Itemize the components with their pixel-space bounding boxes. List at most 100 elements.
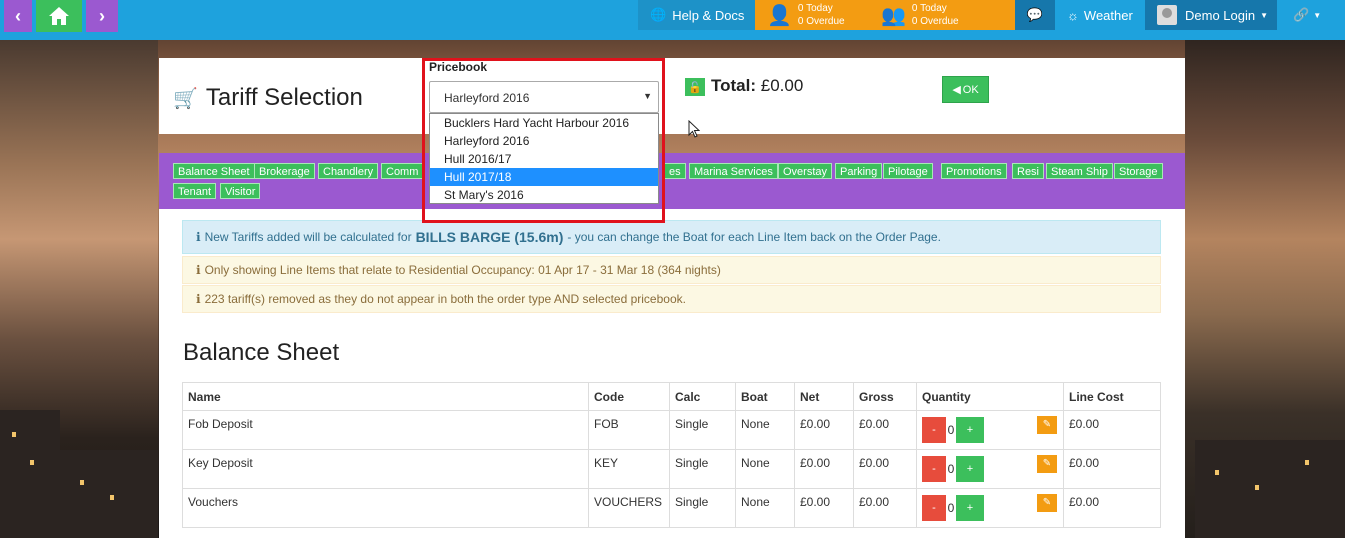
sun-icon: ☼ <box>1067 7 1079 23</box>
total-value: £0.00 <box>760 76 804 95</box>
cell-calc: Single <box>669 410 736 450</box>
user-name: Demo Login <box>1185 7 1256 23</box>
cell-calc: Single <box>669 488 736 528</box>
tag-steam-ship[interactable]: Steam Ship <box>1046 163 1113 179</box>
help-docs-button[interactable]: 🌐 Help & Docs <box>638 0 755 30</box>
cell-code: VOUCHERS <box>588 488 670 528</box>
table-row: Fob Deposit FOB Single None £0.00 £0.00 … <box>182 410 1161 450</box>
increment-button[interactable]: + <box>956 456 984 482</box>
back-button[interactable]: ‹ <box>4 0 32 32</box>
ok-button[interactable]: ◀ OK <box>942 76 989 103</box>
tag-chandlery[interactable]: Chandlery <box>318 163 379 179</box>
caret-down-icon: ▼ <box>1313 10 1322 20</box>
weather-label: Weather <box>1083 7 1133 23</box>
unlock-icon[interactable]: 🔓 <box>685 78 705 96</box>
table-row: Key Deposit KEY Single None £0.00 £0.00 … <box>182 449 1161 489</box>
tag-parking[interactable]: Parking <box>835 163 883 179</box>
highlight-box <box>422 58 665 223</box>
cell-boat: None <box>735 449 795 489</box>
top-nav-bar: ‹ › 🌐 Help & Docs 👤 0 Today 0 Overdue 👥 … <box>0 0 1345 40</box>
cell-gross: £0.00 <box>853 449 917 489</box>
link-icon: 🔗 <box>1293 7 1310 22</box>
info-icon: ℹ <box>196 230 201 244</box>
background-photo-right <box>1185 40 1345 538</box>
tag-services[interactable]: es <box>664 163 686 179</box>
decrement-button[interactable]: - <box>922 417 946 443</box>
cell-line-cost: £0.00 <box>1063 449 1161 489</box>
cell-code: FOB <box>588 410 670 450</box>
team-tasks-button[interactable]: 👥 0 Today 0 Overdue <box>881 0 959 30</box>
tasks-today-count: 0 Today <box>797 3 833 14</box>
total-label: Total: <box>711 76 757 95</box>
tag-storage[interactable]: Storage <box>1114 163 1163 179</box>
column-header-name: Name <box>182 382 589 411</box>
caret-down-icon: ▼ <box>1260 10 1269 20</box>
tag-visitor[interactable]: Visitor <box>220 183 261 199</box>
info-alert-text: New Tariffs added will be calculated for <box>204 230 412 244</box>
edit-icon[interactable]: ✎ <box>1037 416 1057 434</box>
edit-icon[interactable]: ✎ <box>1037 455 1057 473</box>
edit-icon[interactable]: ✎ <box>1037 494 1057 512</box>
quantity-value: 0 <box>947 423 955 437</box>
cell-line-cost: £0.00 <box>1063 488 1161 528</box>
avatar <box>1157 5 1177 25</box>
column-header-calc: Calc <box>669 382 736 411</box>
header-panel: 🛒 Tariff Selection Pricebook Harleyford … <box>159 58 1185 134</box>
chat-button[interactable]: 💬 <box>1015 0 1055 30</box>
cell-boat: None <box>735 488 795 528</box>
user-icon: 👤 <box>767 4 792 27</box>
decrement-button[interactable]: - <box>922 495 946 521</box>
cell-line-cost: £0.00 <box>1063 410 1161 450</box>
increment-button[interactable]: + <box>956 495 984 521</box>
boat-name: BILLS BARGE (15.6m) <box>415 229 564 245</box>
weather-button[interactable]: ☼ Weather <box>1055 0 1145 30</box>
order-total: Total: £0.00 <box>711 76 803 96</box>
chat-icon: 💬 <box>1026 7 1044 22</box>
cell-gross: £0.00 <box>853 410 917 450</box>
info-alert: ℹ New Tariffs added will be calculated f… <box>182 220 1161 254</box>
cell-net: £0.00 <box>794 488 854 528</box>
help-docs-label: Help & Docs <box>672 7 745 23</box>
ok-label: OK <box>962 83 979 96</box>
decrement-button[interactable]: - <box>922 456 946 482</box>
home-button[interactable] <box>36 0 82 32</box>
warning-alert-text: Only showing Line Items that relate to R… <box>204 263 721 277</box>
tasks-overdue-count: 0 Overdue <box>797 16 845 27</box>
cell-quantity: -0 + ✎ <box>916 449 1064 489</box>
tag-resi[interactable]: Resi <box>1012 163 1045 179</box>
chevron-left-icon: ‹ <box>15 5 21 26</box>
tag-marina-services[interactable]: Marina Services <box>689 163 778 179</box>
tag-tenant[interactable]: Tenant <box>173 183 217 199</box>
tag-promotions[interactable]: Promotions <box>941 163 1007 179</box>
tasks-area: 👤 0 Today 0 Overdue 👥 0 Today 0 Overdue <box>755 0 1015 30</box>
info-alert-text-2: - you can change the Boat for each Line … <box>567 230 941 244</box>
column-header-code: Code <box>588 382 670 411</box>
tag-balance-sheet[interactable]: Balance Sheet <box>173 163 255 179</box>
tag-overstay[interactable]: Overstay <box>778 163 833 179</box>
my-tasks-button[interactable]: 👤 0 Today 0 Overdue <box>767 0 845 30</box>
table-row: Vouchers VOUCHERS Single None £0.00 £0.0… <box>182 488 1161 528</box>
cell-name: Fob Deposit <box>182 410 589 450</box>
tag-pilotage[interactable]: Pilotage <box>883 163 933 179</box>
home-icon <box>49 7 69 25</box>
links-menu-button[interactable]: 🔗 ▼ <box>1277 0 1327 30</box>
info-icon: ℹ <box>196 292 201 306</box>
cell-code: KEY <box>588 449 670 489</box>
info-icon: ℹ <box>196 263 201 277</box>
column-header-boat: Boat <box>735 382 795 411</box>
team-tasks-overdue-count: 0 Overdue <box>911 16 959 27</box>
cell-name: Key Deposit <box>182 449 589 489</box>
increment-button[interactable]: + <box>956 417 984 443</box>
cart-icon: 🛒 <box>173 87 198 110</box>
column-header-net: Net <box>794 382 854 411</box>
tag-brokerage[interactable]: Brokerage <box>254 163 315 179</box>
tag-commercial[interactable]: Comm <box>381 163 424 179</box>
cell-boat: None <box>735 410 795 450</box>
column-header-gross: Gross <box>853 382 917 411</box>
user-menu-button[interactable]: Demo Login ▼ <box>1145 0 1277 30</box>
backward-icon: ◀ <box>952 84 961 96</box>
forward-button[interactable]: › <box>86 0 118 32</box>
background-photo-left <box>0 40 158 538</box>
users-icon: 👥 <box>881 4 906 27</box>
main-content: ℹ New Tariffs added will be calculated f… <box>159 209 1185 538</box>
